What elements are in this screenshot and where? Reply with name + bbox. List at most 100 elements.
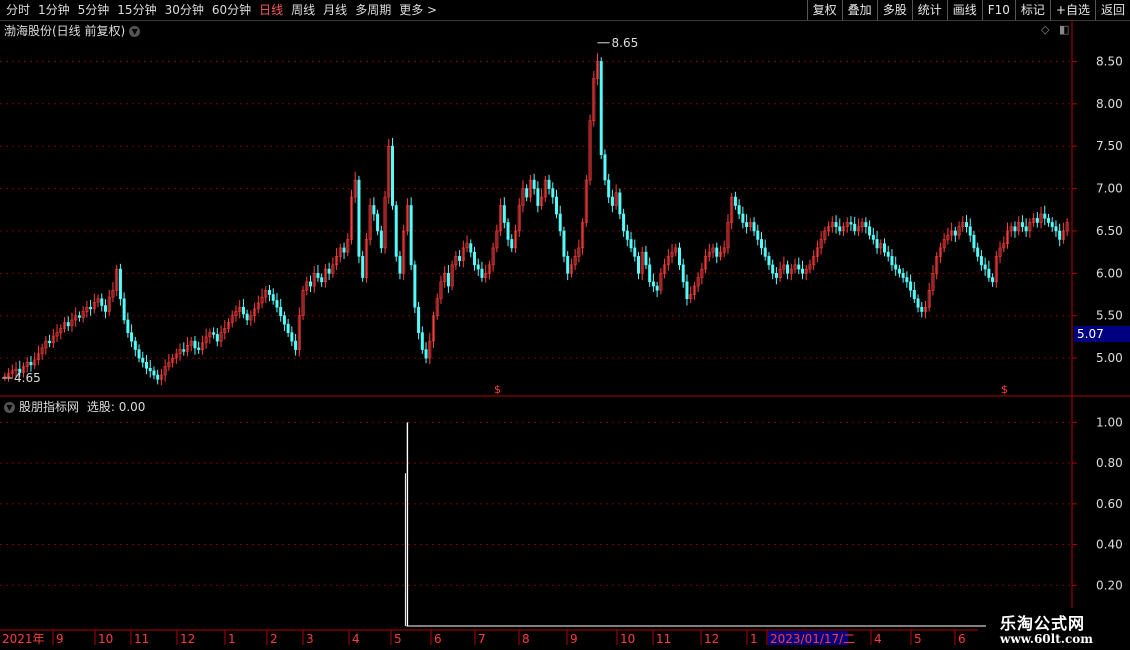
candle-body — [469, 243, 473, 253]
candle-body — [618, 192, 622, 215]
candle-body — [704, 256, 708, 270]
candle-body — [51, 335, 55, 344]
candle-body — [528, 179, 532, 198]
x-tick-label: 1 — [228, 632, 236, 646]
period-tab-0[interactable]: 分时 — [6, 0, 30, 20]
candle-body — [685, 281, 689, 300]
candle-body — [405, 205, 409, 232]
candle-body — [808, 264, 812, 270]
candle-body — [420, 332, 424, 350]
candle-body — [446, 273, 450, 287]
period-tabs: 分时 1分钟 5分钟 15分钟 30分钟 60分钟 日线 周线 月线 多周期 更多 > — [6, 0, 445, 20]
diamond-icon[interactable]: ◇ — [1041, 23, 1049, 36]
toolbar-button-3[interactable]: 统计 — [911, 0, 947, 20]
candle-body — [130, 332, 134, 342]
candle-body — [935, 256, 939, 274]
candle-body — [491, 247, 495, 266]
candle-body — [581, 222, 585, 249]
candle-body — [920, 306, 924, 312]
candle-body — [1035, 217, 1039, 223]
candle-body — [1017, 222, 1021, 232]
candle-body — [346, 239, 350, 253]
candle-body — [435, 298, 439, 317]
period-tab-5[interactable]: 60分钟 — [212, 0, 251, 20]
chevron-down-icon[interactable]: ▼ — [4, 402, 15, 413]
toolbar-button-6[interactable]: 标记 — [1014, 0, 1050, 20]
candle-body — [1028, 222, 1032, 232]
candle-body — [208, 332, 212, 338]
candle-body — [830, 222, 834, 228]
candle-body — [118, 268, 122, 300]
candle-body — [66, 322, 70, 327]
toolbar-button-2[interactable]: 多股 — [876, 0, 912, 20]
current-price: 5.07 — [1077, 327, 1104, 341]
x-tick-label: 6 — [434, 632, 442, 646]
candle-body — [558, 213, 562, 232]
period-tab-6[interactable]: 日线 — [259, 0, 283, 20]
candle-body — [62, 322, 66, 329]
toolbar-button-0[interactable]: 复权 — [806, 0, 842, 20]
candle-body — [387, 145, 391, 198]
candle-body — [331, 264, 335, 274]
candle-body — [737, 205, 741, 215]
candle-body — [282, 315, 286, 325]
y-tick-label: 5.00 — [1096, 351, 1123, 365]
toolbar-button-4[interactable]: 画线 — [946, 0, 982, 20]
candle-body — [372, 205, 376, 215]
candle-body — [991, 277, 995, 283]
candle-body — [853, 223, 857, 232]
period-tab-1[interactable]: 1分钟 — [38, 0, 70, 20]
candle-body — [923, 306, 927, 312]
toolbar-buttons: 复权 叠加 多股 统计 画线 F10 标记 +自选 返回 — [806, 0, 1130, 20]
candle-body — [756, 230, 760, 240]
candle-body — [241, 306, 245, 315]
layout-toggle-icon[interactable]: ◧ — [1059, 23, 1069, 36]
candle-body — [297, 315, 301, 350]
candle-body — [715, 247, 719, 257]
candle-body — [7, 373, 11, 378]
candle-body — [159, 374, 163, 380]
period-tab-4[interactable]: 30分钟 — [165, 0, 204, 20]
candle-body — [819, 239, 823, 249]
candle-body — [670, 251, 674, 257]
candle-body — [886, 251, 890, 257]
period-tab-3[interactable]: 15分钟 — [117, 0, 156, 20]
candle-body — [100, 298, 104, 306]
candle-body — [320, 277, 324, 283]
candle-body — [316, 273, 320, 278]
toolbar-button-7[interactable]: +自选 — [1049, 0, 1095, 20]
candle-body — [674, 247, 678, 253]
candle-body — [1020, 222, 1024, 228]
toolbar-button-5[interactable]: F10 — [981, 0, 1015, 20]
candle-body — [745, 222, 749, 228]
candle-body — [200, 342, 204, 350]
candle-body — [502, 205, 506, 223]
candle-body — [510, 239, 514, 249]
toolbar-button-8[interactable]: 返回 — [1094, 0, 1130, 20]
period-tab-7[interactable]: 周线 — [291, 0, 315, 20]
candle-body — [629, 239, 633, 249]
candle-body — [748, 222, 752, 228]
candle-body — [260, 296, 264, 304]
candle-body — [983, 264, 987, 270]
candle-body — [85, 306, 89, 312]
toolbar-button-1[interactable]: 叠加 — [841, 0, 877, 20]
candle-body — [245, 313, 249, 321]
candle-body — [640, 251, 644, 274]
period-tab-9[interactable]: 多周期 — [355, 0, 391, 20]
candle-body — [495, 230, 499, 249]
x-tick-label: 6 — [958, 632, 966, 646]
period-tab-8[interactable]: 月线 — [323, 0, 347, 20]
candle-body — [603, 154, 607, 181]
candle-body — [562, 230, 566, 257]
period-tab-2[interactable]: 5分钟 — [78, 0, 110, 20]
period-tab-10[interactable]: 更多 > — [399, 0, 437, 20]
x-tick-label: 5 — [914, 632, 922, 646]
candle-body — [938, 247, 942, 257]
date-highlight-box — [768, 631, 848, 645]
candle-body — [569, 264, 573, 274]
low-label: 4.65 — [14, 371, 41, 385]
x-tick-label: 3 — [306, 632, 314, 646]
chevron-down-icon[interactable]: ▼ — [129, 26, 141, 37]
candle-body — [417, 306, 421, 333]
